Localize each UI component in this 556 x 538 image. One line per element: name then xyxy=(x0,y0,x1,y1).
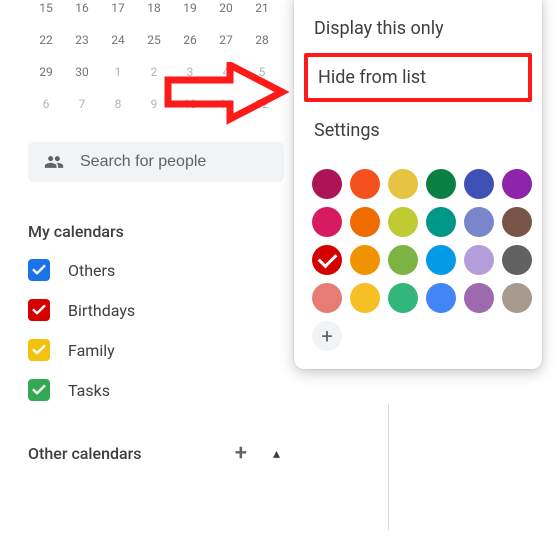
mini-cal-day[interactable]: 15 xyxy=(28,0,64,24)
display-only-menu-item[interactable]: Display this only xyxy=(298,6,538,51)
other-calendars-header[interactable]: Other calendars + ▴ xyxy=(28,441,284,466)
mini-cal-day[interactable]: 28 xyxy=(244,24,280,56)
mini-cal-day[interactable]: 19 xyxy=(172,0,208,24)
mini-cal-day[interactable]: 6 xyxy=(28,88,64,120)
calendar-label: Family xyxy=(68,341,115,360)
calendar-label: Tasks xyxy=(68,381,110,400)
mini-cal-day[interactable]: 16 xyxy=(64,0,100,24)
mini-cal-day[interactable]: 21 xyxy=(244,0,280,24)
color-swatch[interactable] xyxy=(312,283,342,313)
color-swatch[interactable] xyxy=(350,169,380,199)
mini-cal-day[interactable]: 17 xyxy=(100,0,136,24)
calendar-item[interactable]: Tasks xyxy=(28,379,284,401)
mini-cal-day[interactable]: 11 xyxy=(208,88,244,120)
calendar-item[interactable]: Others xyxy=(28,259,284,281)
chevron-up-icon[interactable]: ▴ xyxy=(273,446,280,462)
mini-cal-day[interactable]: 18 xyxy=(136,0,172,24)
hide-from-list-menu-item[interactable]: Hide from list xyxy=(304,53,532,102)
color-swatch[interactable] xyxy=(350,283,380,313)
mini-cal-day[interactable]: 22 xyxy=(28,24,64,56)
calendar-item[interactable]: Birthdays xyxy=(28,299,284,321)
calendar-item[interactable]: Family xyxy=(28,339,284,361)
color-swatch[interactable] xyxy=(350,245,380,275)
mini-cal-day[interactable]: 23 xyxy=(64,24,100,56)
calendar-label: Birthdays xyxy=(68,301,135,320)
people-search[interactable] xyxy=(28,142,284,182)
calendar-list: Others Birthdays Family Tasks xyxy=(28,259,284,401)
color-swatch[interactable] xyxy=(426,283,456,313)
other-calendars-label: Other calendars xyxy=(28,444,142,463)
mini-cal-day[interactable]: 20 xyxy=(208,0,244,24)
mini-cal-day[interactable]: 12 xyxy=(244,88,280,120)
calendar-context-menu: Display this only Hide from list Setting… xyxy=(294,0,542,369)
mini-cal-day[interactable]: 25 xyxy=(136,24,172,56)
my-calendars-label: My calendars xyxy=(28,222,124,241)
mini-cal-day[interactable]: 5 xyxy=(244,56,280,88)
calendar-label: Others xyxy=(68,261,115,280)
my-calendars-header[interactable]: My calendars xyxy=(28,222,284,241)
color-swatch[interactable] xyxy=(426,245,456,275)
mini-cal-day[interactable]: 8 xyxy=(100,88,136,120)
mini-calendar: 1516171819202122232425262728293012345678… xyxy=(28,0,284,120)
color-swatch[interactable] xyxy=(464,207,494,237)
color-swatch[interactable] xyxy=(502,207,532,237)
color-swatch[interactable] xyxy=(312,169,342,199)
color-swatch[interactable] xyxy=(388,245,418,275)
mini-cal-day[interactable]: 24 xyxy=(100,24,136,56)
color-swatch[interactable] xyxy=(502,245,532,275)
people-icon xyxy=(42,152,66,172)
color-swatch[interactable] xyxy=(388,283,418,313)
calendar-checkbox[interactable] xyxy=(28,259,50,281)
mini-cal-day[interactable]: 2 xyxy=(136,56,172,88)
mini-cal-day[interactable]: 27 xyxy=(208,24,244,56)
mini-cal-day[interactable]: 26 xyxy=(172,24,208,56)
color-swatch[interactable] xyxy=(464,245,494,275)
color-swatch[interactable] xyxy=(502,283,532,313)
color-swatch[interactable] xyxy=(312,245,342,275)
mini-cal-day[interactable]: 4 xyxy=(208,56,244,88)
mini-cal-day[interactable]: 9 xyxy=(136,88,172,120)
settings-menu-item[interactable]: Settings xyxy=(298,108,538,153)
calendar-checkbox[interactable] xyxy=(28,379,50,401)
mini-cal-day[interactable]: 10 xyxy=(172,88,208,120)
mini-cal-day[interactable]: 7 xyxy=(64,88,100,120)
color-swatch[interactable] xyxy=(464,169,494,199)
color-swatch[interactable] xyxy=(388,169,418,199)
mini-cal-day[interactable]: 1 xyxy=(100,56,136,88)
calendar-checkbox[interactable] xyxy=(28,299,50,321)
add-calendar-button[interactable]: + xyxy=(235,441,247,466)
color-swatch[interactable] xyxy=(502,169,532,199)
day-column-divider xyxy=(388,404,389,530)
color-swatch-grid: + xyxy=(298,169,538,351)
color-swatch[interactable] xyxy=(350,207,380,237)
color-swatch[interactable] xyxy=(388,207,418,237)
color-swatch[interactable] xyxy=(312,207,342,237)
mini-cal-day[interactable]: 29 xyxy=(28,56,64,88)
mini-cal-day[interactable]: 3 xyxy=(172,56,208,88)
mini-cal-day[interactable]: 30 xyxy=(64,56,100,88)
calendar-checkbox[interactable] xyxy=(28,339,50,361)
search-input[interactable] xyxy=(80,153,270,171)
color-swatch[interactable] xyxy=(464,283,494,313)
color-swatch[interactable] xyxy=(426,207,456,237)
color-swatch[interactable] xyxy=(426,169,456,199)
add-color-button[interactable]: + xyxy=(312,321,342,351)
